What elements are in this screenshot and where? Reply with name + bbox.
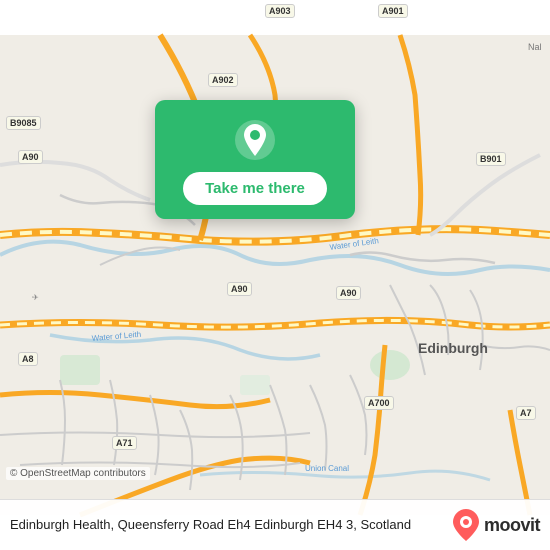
svg-text:Nal: Nal bbox=[528, 42, 542, 52]
take-me-there-button[interactable]: Take me there bbox=[183, 172, 327, 205]
road-badge-a71: A71 bbox=[112, 436, 137, 450]
address-text: Edinburgh Health, Queensferry Road Eh4 E… bbox=[10, 517, 411, 532]
road-badge-a7: A7 bbox=[516, 406, 536, 420]
moovit-logo: moovit bbox=[452, 508, 540, 542]
moovit-brand-text: moovit bbox=[484, 515, 540, 536]
road-badge-b901: B901 bbox=[476, 152, 506, 166]
svg-text:✈: ✈ bbox=[32, 293, 39, 302]
road-badge-a8: A8 bbox=[18, 352, 38, 366]
road-badge-b9085: B9085 bbox=[6, 116, 41, 130]
road-badge-a90-4: A90 bbox=[336, 286, 361, 300]
location-pin-icon bbox=[233, 118, 277, 162]
road-badge-a902: A902 bbox=[208, 73, 238, 87]
road-badge-a90-3: A90 bbox=[227, 282, 252, 296]
address-info: Edinburgh Health, Queensferry Road Eh4 E… bbox=[10, 516, 442, 534]
road-badge-a901: A901 bbox=[378, 4, 408, 18]
svg-text:Edinburgh: Edinburgh bbox=[418, 340, 488, 356]
moovit-pin-icon bbox=[452, 508, 480, 542]
road-badge-a90-1: A90 bbox=[18, 150, 43, 164]
road-badge-a903: A903 bbox=[265, 4, 295, 18]
map-container: Edinburgh Water of Leith Water of Leith … bbox=[0, 0, 550, 550]
map-attribution: © OpenStreetMap contributors bbox=[6, 467, 150, 480]
svg-text:Union Canal: Union Canal bbox=[305, 464, 349, 473]
bottom-bar: Edinburgh Health, Queensferry Road Eh4 E… bbox=[0, 499, 550, 550]
road-badge-a700: A700 bbox=[364, 396, 394, 410]
location-card: Take me there bbox=[155, 100, 355, 219]
